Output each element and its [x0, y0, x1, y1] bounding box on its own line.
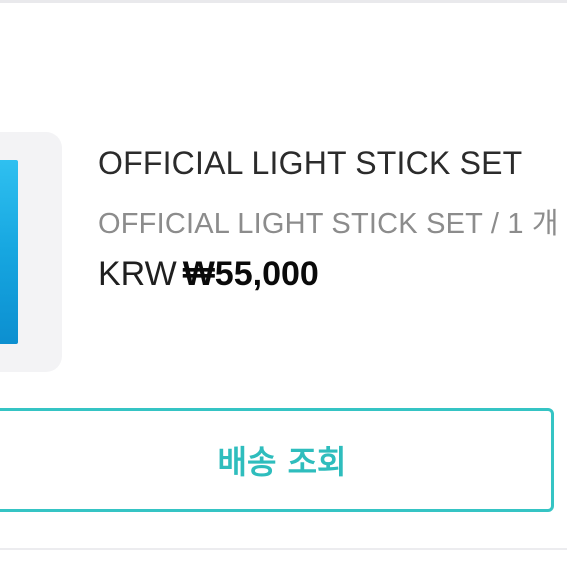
track-delivery-button[interactable]: 배송 조회 — [0, 408, 554, 512]
currency-code: KRW — [98, 255, 177, 293]
product-thumbnail-image[interactable] — [0, 160, 18, 344]
product-option: OFFICIAL LIGHT STICK SET / 1 개 — [98, 208, 559, 240]
bottom-divider — [0, 548, 567, 550]
track-delivery-label: 배송 조회 — [217, 443, 347, 481]
product-title[interactable]: OFFICIAL LIGHT STICK SET — [98, 145, 522, 182]
top-divider — [0, 0, 567, 3]
price-amount: ₩55,000 — [182, 255, 319, 293]
price-row: KRW ₩55,000 — [98, 254, 319, 294]
order-item-page: OFFICIAL LIGHT STICK SET OFFICIAL LIGHT … — [0, 0, 567, 567]
